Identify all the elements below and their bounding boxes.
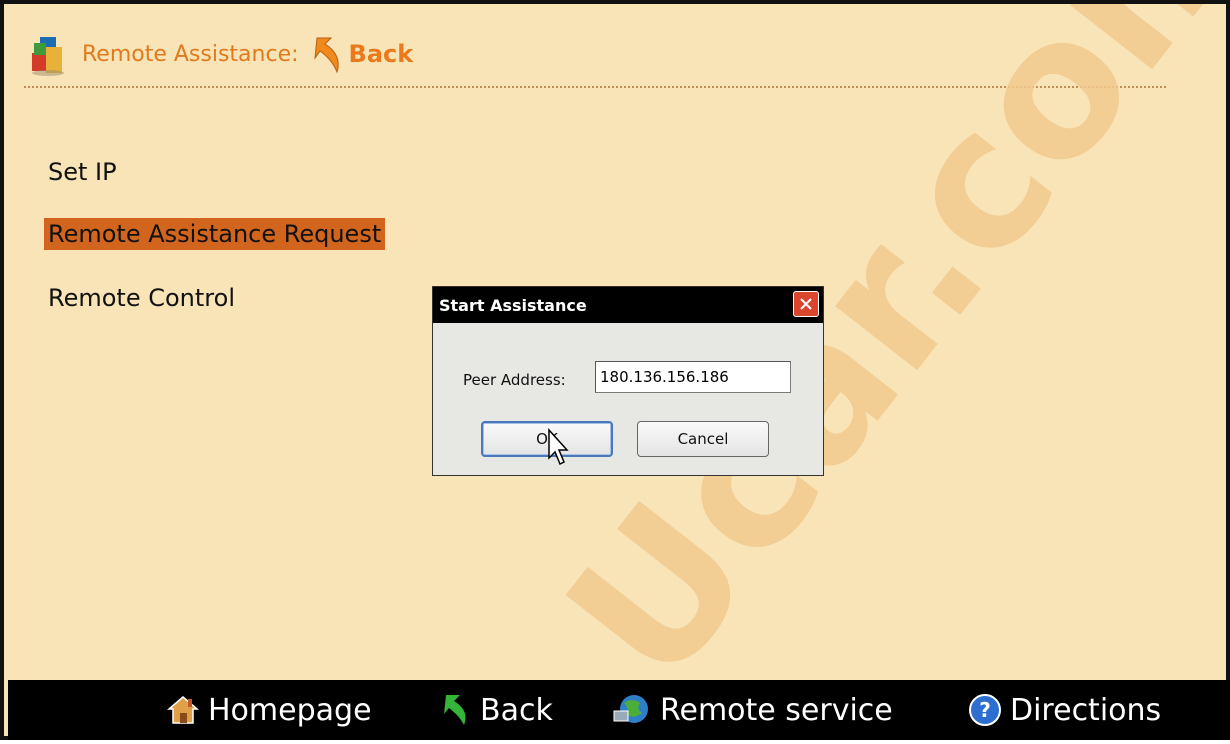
menu-item-remote-assistance-request[interactable]: Remote Assistance Request [44, 218, 386, 250]
peer-address-input[interactable] [595, 361, 791, 393]
menu-item-set-ip[interactable]: Set IP [44, 156, 121, 188]
nav-directions-label: Directions [1010, 692, 1162, 728]
back-arrow-icon [313, 37, 339, 74]
page-title: Remote Assistance: [82, 41, 299, 67]
mouse-pointer-icon [548, 428, 569, 466]
nav-homepage-label: Homepage [208, 692, 372, 728]
cancel-button[interactable]: Cancel [637, 421, 769, 457]
dialog-close-button[interactable] [793, 291, 819, 317]
dialog-title: Start Assistance [439, 295, 587, 315]
bottom-nav-bar: Homepage Back Remote service ? Direction… [8, 680, 1230, 740]
nav-homepage[interactable]: Homepage [166, 690, 372, 730]
app-window: Remote Assistance: Back Set IP Remote As… [0, 0, 1230, 740]
globe-icon [613, 695, 648, 723]
nav-back-label: Back [480, 692, 553, 728]
header: Remote Assistance: Back [26, 28, 413, 80]
back-arrow-icon [444, 695, 466, 725]
nav-directions[interactable]: ? Directions [968, 690, 1161, 730]
svg-text:?: ? [979, 698, 991, 722]
blocks-icon [26, 29, 76, 79]
nav-remote-service-label: Remote service [660, 692, 893, 728]
start-assistance-dialog: Start Assistance Peer Address: OK Cancel [432, 286, 824, 476]
dialog-title-bar: Start Assistance [433, 287, 823, 323]
header-back-label: Back [348, 40, 414, 68]
nav-back[interactable]: Back [442, 690, 553, 730]
header-divider [24, 86, 1166, 88]
menu-item-remote-control[interactable]: Remote Control [44, 282, 239, 314]
nav-remote-service[interactable]: Remote service [612, 690, 893, 730]
header-back-button[interactable]: Back [311, 34, 414, 74]
close-icon [800, 298, 812, 310]
peer-address-label: Peer Address: [463, 371, 566, 389]
question-icon: ? [969, 694, 1001, 726]
house-icon [166, 696, 200, 724]
